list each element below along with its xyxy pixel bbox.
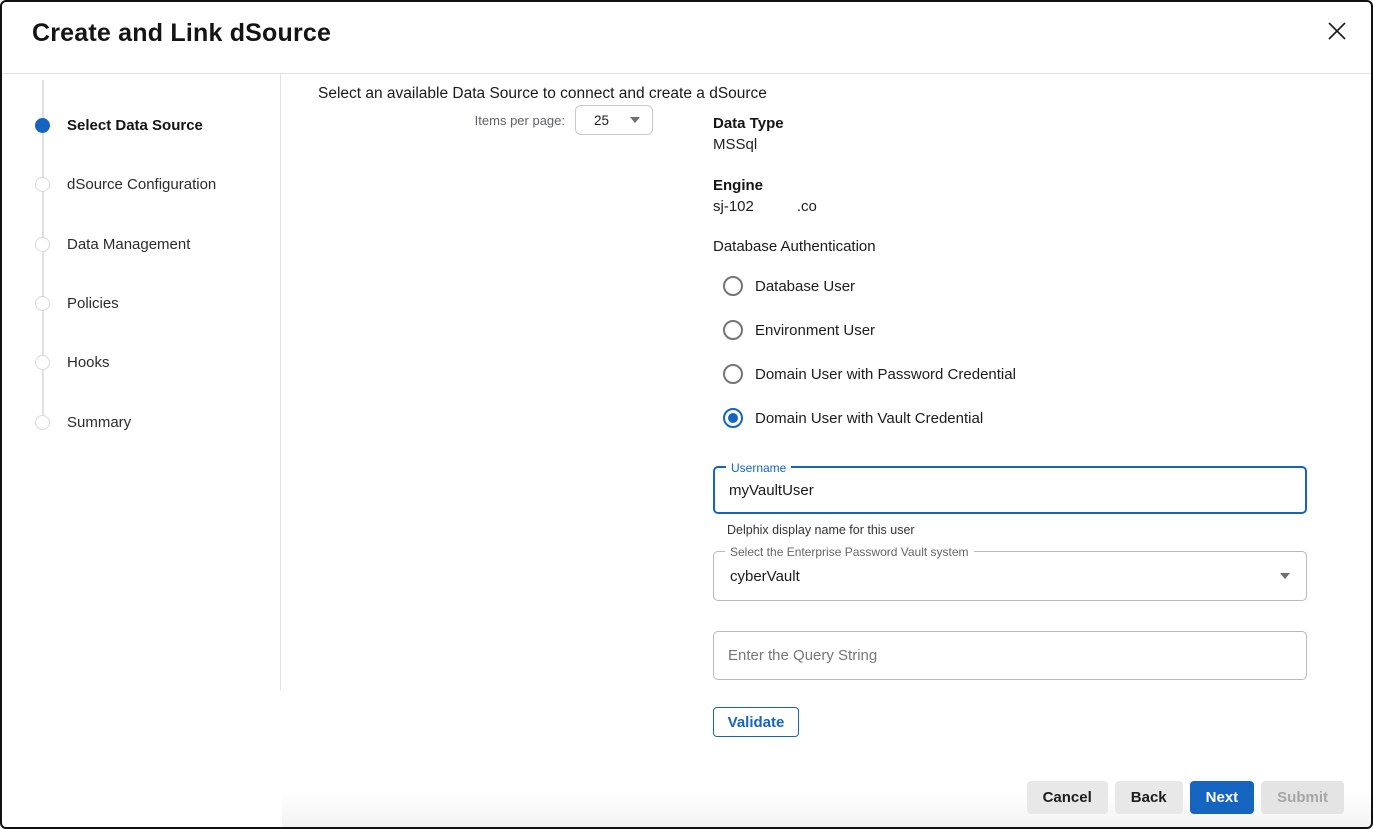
step-circle-icon	[35, 177, 50, 192]
step-summary[interactable]: Summary	[2, 392, 280, 451]
engine-domain: .co	[797, 198, 817, 215]
query-string-field	[713, 631, 1307, 680]
items-per-page-label: Items per page:	[475, 113, 565, 128]
step-circle-icon	[35, 355, 50, 370]
items-per-page-select[interactable]: 25	[575, 105, 653, 135]
step-circle-icon	[35, 296, 50, 311]
step-label: Hooks	[67, 354, 110, 371]
chevron-down-icon	[1280, 573, 1290, 579]
vault-system-select[interactable]: Select the Enterprise Password Vault sys…	[713, 551, 1307, 601]
vault-system-selected-value: cyberVault	[730, 568, 1280, 585]
radio-label: Database User	[755, 278, 855, 295]
step-label: Data Management	[67, 236, 190, 253]
submit-button[interactable]: Submit	[1261, 781, 1344, 814]
step-policies[interactable]: Policies	[2, 274, 280, 333]
radio-label: Environment User	[755, 322, 875, 339]
radio-unselected-icon	[723, 276, 743, 296]
engine-block: Engine sj-102 .co	[713, 175, 1307, 217]
validate-button[interactable]: Validate	[713, 707, 799, 737]
step-select-data-source[interactable]: Select Data Source	[2, 96, 280, 155]
main-content: Select an available Data Source to conne…	[282, 74, 1371, 829]
back-button[interactable]: Back	[1115, 781, 1183, 814]
wizard-stepper: Select Data Source dSource Configuration…	[2, 74, 281, 690]
dialog-body: Select Data Source dSource Configuration…	[2, 74, 1371, 829]
vault-system-select-label: Select the Enterprise Password Vault sys…	[725, 545, 974, 559]
footer-actions: Cancel Back Next Submit	[1027, 781, 1344, 814]
radio-domain-user-vault[interactable]: Domain User with Vault Credential	[713, 396, 1307, 440]
step-data-management[interactable]: Data Management	[2, 215, 280, 274]
content-heading: Select an available Data Source to conne…	[318, 85, 767, 103]
data-type-label: Data Type	[713, 113, 1307, 134]
radio-label: Domain User with Vault Credential	[755, 410, 983, 427]
step-circle-icon	[35, 415, 50, 430]
pagination-controls: Items per page: 25	[282, 105, 653, 135]
database-authentication-label: Database Authentication	[713, 237, 1307, 257]
username-field: Username	[713, 466, 1307, 514]
radio-selected-icon	[723, 408, 743, 428]
chevron-down-icon	[630, 117, 640, 123]
radio-unselected-icon	[723, 364, 743, 384]
username-input[interactable]	[715, 468, 1305, 512]
engine-host: sj-102	[713, 198, 754, 215]
cancel-button[interactable]: Cancel	[1027, 781, 1108, 814]
data-source-details-panel: Data Type MSSql Engine sj-102 .co Databas…	[713, 113, 1307, 737]
username-field-label: Username	[726, 461, 791, 475]
step-circle-icon	[35, 237, 50, 252]
data-type-value: MSSql	[713, 134, 1307, 155]
engine-label: Engine	[713, 175, 1307, 196]
close-button[interactable]	[1325, 20, 1349, 44]
create-dsource-dialog: Create and Link dSource Select Data Sour…	[0, 0, 1373, 829]
step-label: Policies	[67, 295, 119, 312]
dialog-header: Create and Link dSource	[2, 2, 1371, 74]
radio-environment-user[interactable]: Environment User	[713, 308, 1307, 352]
dialog-title: Create and Link dSource	[32, 19, 331, 48]
close-icon	[1326, 20, 1348, 45]
step-label: Select Data Source	[67, 117, 203, 134]
step-dsource-configuration[interactable]: dSource Configuration	[2, 155, 280, 214]
radio-unselected-icon	[723, 320, 743, 340]
step-label: dSource Configuration	[67, 176, 216, 193]
radio-label: Domain User with Password Credential	[755, 366, 1016, 383]
auth-radio-group: Database User Environment User Domain Us…	[713, 264, 1307, 440]
username-helper-text: Delphix display name for this user	[727, 523, 1307, 537]
radio-domain-user-password[interactable]: Domain User with Password Credential	[713, 352, 1307, 396]
radio-database-user[interactable]: Database User	[713, 264, 1307, 308]
query-string-input[interactable]	[714, 632, 1306, 679]
step-circle-active-icon	[35, 118, 50, 133]
step-hooks[interactable]: Hooks	[2, 333, 280, 392]
items-per-page-value: 25	[594, 113, 630, 128]
engine-value: sj-102 .co	[713, 196, 1307, 217]
step-label: Summary	[67, 414, 131, 431]
data-type-block: Data Type MSSql	[713, 113, 1307, 155]
next-button[interactable]: Next	[1190, 781, 1255, 814]
